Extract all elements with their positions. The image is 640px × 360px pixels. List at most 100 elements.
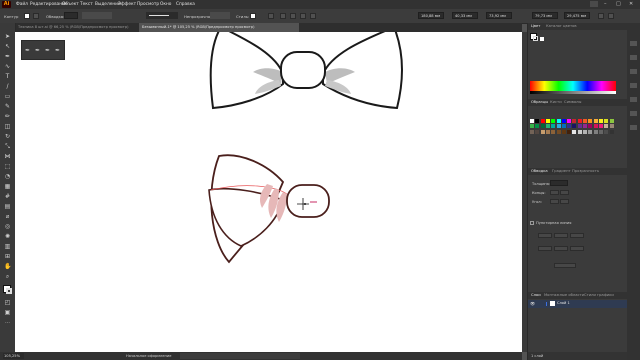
white-color-chip[interactable] [540,37,544,41]
color-swatch[interactable] [545,119,550,123]
stroke-weight-field[interactable] [64,12,78,19]
variable-width-dropdown[interactable] [82,12,112,19]
tab-swatches[interactable]: Образцы [531,100,548,104]
shape-builder-icon[interactable]: ◔ [4,173,11,180]
workspace-icon[interactable] [590,1,598,7]
close-icon[interactable]: ✕ [629,1,633,7]
stroke-weight-input[interactable] [550,180,568,186]
draw-mode-icon[interactable]: ◰ [4,299,11,306]
menu-text[interactable]: Текст [80,2,93,7]
mesh-tool-icon[interactable]: # [4,193,11,200]
color-swatch[interactable] [535,124,540,129]
maximize-icon[interactable]: □ [616,1,621,7]
menu-window[interactable]: Окно [160,2,171,7]
eyedropper-tool-icon[interactable]: ⌀ [4,213,11,220]
perspective-grid-icon[interactable]: ▦ [4,183,11,190]
screen-mode-icon[interactable]: ▣ [4,309,11,316]
tab-transparency[interactable]: Прозрачность [572,169,599,173]
color-swatch[interactable] [604,119,609,123]
color-stroke-icon[interactable] [533,36,538,41]
color-swatch[interactable] [577,124,582,129]
x-field[interactable]: 180,88 мм [418,12,444,19]
stroke-swatch[interactable] [33,13,39,19]
color-swatch[interactable] [572,119,577,123]
selection-tool-icon[interactable]: ➤ [4,33,11,40]
color-swatch[interactable] [551,129,556,134]
color-swatch[interactable] [593,124,598,129]
color-swatch[interactable] [551,119,556,123]
curvature-tool-icon[interactable]: ∿ [4,63,11,70]
scale-tool-icon[interactable]: ⤡ [4,143,11,150]
style-swatch[interactable] [250,13,256,19]
edit-toolbar-icon[interactable]: … [4,319,11,326]
menu-object[interactable]: Объект [62,2,79,7]
color-swatch[interactable] [577,129,582,134]
line-tool-icon[interactable]: / [4,83,11,90]
align-icon[interactable] [280,13,286,19]
panel-menu-icon[interactable] [608,13,614,19]
color-swatch[interactable] [551,124,556,129]
layer-row[interactable]: 👁 Слой 1 [528,300,628,308]
color-swatch[interactable] [609,124,614,129]
opacity-dropdown[interactable] [210,12,230,19]
dash-field[interactable] [570,246,584,251]
color-swatch[interactable] [535,129,540,134]
color-swatch[interactable] [561,124,566,129]
appearance-icon[interactable] [630,69,637,74]
hand-tool-icon[interactable]: ✋ [4,263,11,270]
brush-dropdown[interactable] [146,12,178,19]
visibility-eye-icon[interactable]: 👁 [530,301,535,306]
color-spectrum[interactable] [530,81,616,91]
tab-symbols[interactable]: Символы [564,100,581,104]
isolate-icon[interactable] [310,13,316,19]
color-swatch[interactable] [540,129,545,134]
libraries-icon[interactable] [630,55,637,60]
properties-icon[interactable] [630,41,637,46]
color-swatch[interactable] [556,129,561,134]
gradient-tool-icon[interactable]: ▤ [4,203,11,210]
color-swatch[interactable] [545,129,550,134]
h-field[interactable]: 79,73 мм [532,12,558,19]
brush-preset-icon[interactable]: ✒ [45,48,51,54]
color-swatch[interactable] [609,129,614,134]
color-swatch[interactable] [540,119,545,123]
menu-file[interactable]: Файл [16,2,28,7]
pathfinder-icon[interactable] [630,111,637,116]
zoom-field[interactable]: 105,25% [3,353,24,359]
color-swatch[interactable] [609,119,614,123]
stroke-color-icon[interactable] [6,288,12,294]
color-swatch[interactable] [588,124,593,129]
rotate-tool-icon[interactable]: ↻ [4,133,11,140]
color-swatch[interactable] [598,129,603,134]
color-swatch[interactable] [583,124,587,129]
dash-field[interactable] [538,246,552,251]
brush-preset-icon[interactable]: ✒ [35,48,41,54]
dash-field[interactable] [570,233,584,238]
tab-brushes[interactable]: Кисти [550,100,562,104]
brush-preset-icon[interactable]: ✒ [25,48,31,54]
color-swatch[interactable] [588,119,593,123]
round-cap-icon[interactable] [560,190,569,195]
tab-color-guide[interactable]: Каталог цветов [546,24,577,28]
color-swatch[interactable] [604,129,609,134]
tab-layers[interactable]: Слои [531,293,541,297]
color-swatch[interactable] [535,119,540,123]
arrange-icon[interactable] [300,13,306,19]
w-field[interactable]: 73,92 мм [486,12,512,19]
brush-preset-icon[interactable]: ✒ [55,48,61,54]
layer-name[interactable]: Слой 1 [557,301,570,305]
graph-tool-icon[interactable]: ▥ [4,243,11,250]
round-join-icon[interactable] [560,199,569,204]
tab-graphic-styles[interactable]: Стили графики [584,293,614,297]
pencil-tool-icon[interactable]: ✏ [4,113,11,120]
y-field[interactable]: 40,33 мм [452,12,478,19]
transform-icon[interactable] [290,13,296,19]
minimize-icon[interactable]: – [604,1,607,7]
miter-join-icon[interactable] [550,199,559,204]
tab-document-2[interactable]: Безымянный-1* @ 105,25 % (RGB/Предпросмо… [139,23,299,32]
free-transform-icon[interactable]: ⬚ [4,163,11,170]
color-swatch[interactable] [567,119,572,123]
character-icon[interactable] [630,125,637,130]
color-swatch[interactable] [583,119,587,123]
rectangle-tool-icon[interactable]: ▭ [4,93,11,100]
